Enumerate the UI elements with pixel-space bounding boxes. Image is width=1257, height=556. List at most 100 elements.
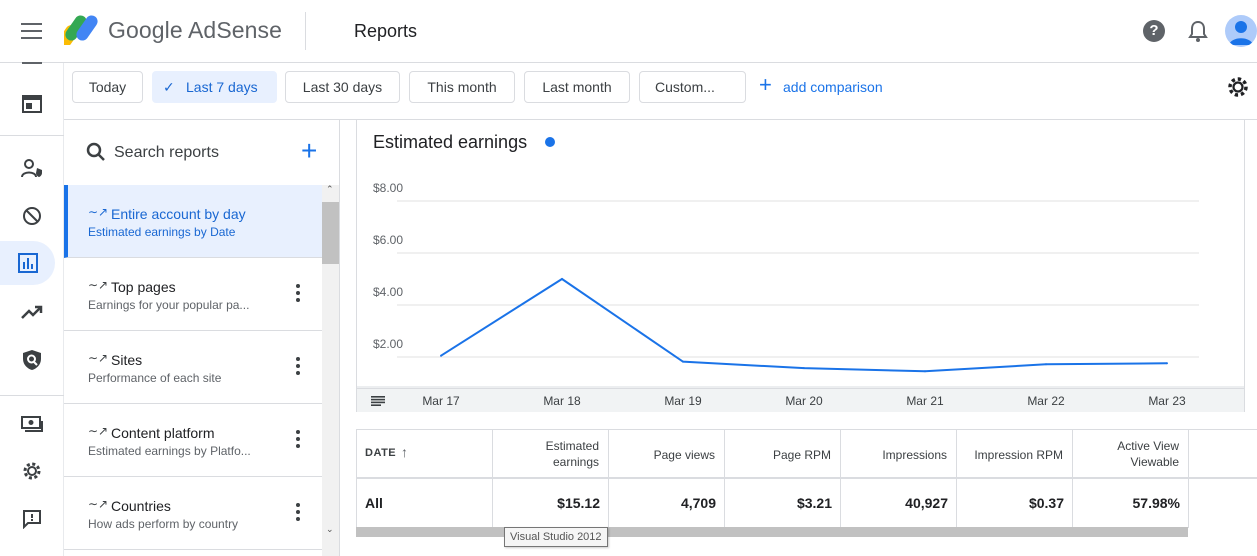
column-header-label: Active View Viewable	[1117, 439, 1179, 469]
rail-account[interactable]	[0, 146, 64, 190]
data-point[interactable]	[1166, 362, 1168, 365]
person-icon	[1229, 21, 1253, 45]
trend-icon: ∼↗	[88, 205, 109, 219]
person-shield-icon	[21, 159, 42, 178]
column-header[interactable]: Page RPM	[725, 430, 841, 479]
data-point[interactable]	[803, 367, 805, 370]
cell-value: 4,709	[680, 495, 716, 511]
column-header[interactable]: Page views	[609, 430, 725, 479]
column-header[interactable]: DATE ↑	[357, 430, 493, 479]
x-tick-label: Mar 21	[906, 394, 944, 408]
filter-this-month[interactable]: This month	[409, 71, 515, 103]
filter-last-7-days-label: Last 7 days	[186, 79, 258, 95]
report-title: Sites	[111, 352, 143, 368]
add-icon: +	[759, 72, 772, 97]
sort-arrow-up-icon[interactable]: ↑	[401, 444, 408, 460]
adsense-logo	[64, 15, 98, 45]
rail-divider	[0, 135, 64, 136]
y-tick-label: $8.00	[373, 181, 403, 195]
rail-settings[interactable]	[0, 449, 64, 493]
report-item[interactable]: ∼↗ Entire account by day Estimated earni…	[64, 185, 322, 258]
report-subtitle: Performance of each site	[88, 371, 222, 385]
trending-up-icon	[21, 305, 43, 319]
report-title: Countries	[111, 498, 171, 514]
block-icon	[23, 207, 41, 225]
check-icon: ✓	[163, 79, 175, 95]
rail-reports[interactable]	[0, 241, 55, 285]
trend-icon: ∼↗	[88, 424, 109, 438]
scroll-down-arrow-icon[interactable]: ⌄	[326, 524, 334, 535]
more-vert-icon[interactable]	[290, 357, 306, 377]
rail-blocking[interactable]	[0, 194, 64, 238]
payments-icon	[21, 416, 43, 432]
x-tick-label: Mar 19	[664, 394, 702, 408]
column-header[interactable]: Impression RPM	[957, 430, 1073, 479]
table-cell: $0.37	[957, 479, 1073, 528]
taskbar-tooltip: Visual Studio 2012	[504, 527, 608, 547]
report-subtitle: Estimated earnings by Platfo...	[88, 444, 251, 458]
filter-last-7-days[interactable]: ✓ Last 7 days	[152, 71, 277, 103]
y-tick-label: $4.00	[373, 285, 403, 299]
column-header[interactable]: Estimated earnings	[493, 430, 609, 479]
table-cell: 40,927	[841, 479, 957, 528]
table-cell: All	[357, 479, 493, 528]
table-horizontal-scrollbar[interactable]	[356, 527, 1188, 537]
more-vert-icon[interactable]	[290, 430, 306, 450]
data-point[interactable]	[682, 360, 684, 363]
account-avatar[interactable]	[1225, 15, 1257, 47]
x-tick-label: Mar 23	[1148, 394, 1186, 408]
data-point[interactable]	[440, 354, 442, 357]
shield-search-icon	[23, 350, 41, 370]
divider	[305, 12, 306, 50]
report-item[interactable]: ∼↗ Content platform Estimated earnings b…	[64, 404, 322, 477]
rail-privacy[interactable]	[0, 338, 64, 382]
trend-icon: ∼↗	[88, 351, 109, 365]
cell-value: 40,927	[905, 495, 948, 511]
add-report-button[interactable]: +	[301, 136, 317, 166]
rail-payments[interactable]	[0, 402, 64, 446]
report-title: Entire account by day	[111, 206, 246, 222]
scroll-up-arrow-icon[interactable]: ⌃	[326, 184, 334, 195]
report-item[interactable]: ∼↗ Top pages Earnings for your popular p…	[64, 258, 322, 331]
report-subtitle: Earnings for your popular pa...	[88, 298, 250, 312]
settings-icon[interactable]	[1226, 75, 1250, 99]
table-cell: 57.98%	[1073, 479, 1189, 528]
help-icon[interactable]: ?	[1143, 20, 1165, 42]
filter-today[interactable]: Today	[72, 71, 143, 103]
rail-sites-layout[interactable]	[0, 82, 64, 126]
column-header[interactable]: Impressions	[841, 430, 957, 479]
x-tick-label: Mar 18	[543, 394, 581, 408]
rail-feedback[interactable]	[0, 497, 64, 541]
data-point[interactable]	[1045, 363, 1047, 366]
data-point[interactable]	[924, 370, 926, 373]
column-header[interactable]: Active View Viewable	[1073, 430, 1189, 479]
trend-icon: ∼↗	[88, 497, 109, 511]
side-scrollbar-thumb[interactable]	[322, 202, 339, 264]
search-reports-input[interactable]: Search reports	[114, 144, 219, 162]
report-item[interactable]: ∼↗ Sites Performance of each site	[64, 331, 322, 404]
table-cell: $3.21	[725, 479, 841, 528]
table-cell-filler	[1189, 479, 1257, 528]
table-cell: 4,709	[609, 479, 725, 528]
menu-icon[interactable]	[21, 23, 42, 39]
top-app-bar: Google AdSense Reports ?	[0, 0, 1257, 63]
earnings-chart-card: Estimated earnings $2.00 $4.00 $6.00 $8.00 …	[356, 120, 1245, 412]
rail-partial-icon	[22, 62, 42, 64]
column-header-label: Impression RPM	[974, 448, 1063, 462]
filter-last-month[interactable]: Last month	[524, 71, 630, 103]
filter-last-30-days[interactable]: Last 30 days	[285, 71, 400, 103]
more-vert-icon[interactable]	[290, 284, 306, 304]
report-item[interactable]: ∼↗ Countries How ads perform by country	[64, 477, 322, 550]
notifications-icon[interactable]	[1187, 19, 1209, 43]
more-vert-icon[interactable]	[290, 503, 306, 523]
data-point[interactable]	[561, 278, 563, 280]
filter-custom[interactable]: Custom...	[639, 71, 746, 103]
line-chart: $2.00 $4.00 $6.00 $8.00	[357, 181, 1244, 388]
brand-name: Google AdSense	[108, 17, 283, 43]
add-icon: +	[301, 135, 318, 166]
column-header-label: Page RPM	[772, 448, 831, 462]
report-table: DATE ↑ All Estimated earnings $15.12 Page view…	[356, 429, 1257, 528]
layout-icon	[22, 95, 42, 113]
x-tick-label: Mar 20	[785, 394, 823, 408]
rail-optimization[interactable]	[0, 290, 64, 334]
